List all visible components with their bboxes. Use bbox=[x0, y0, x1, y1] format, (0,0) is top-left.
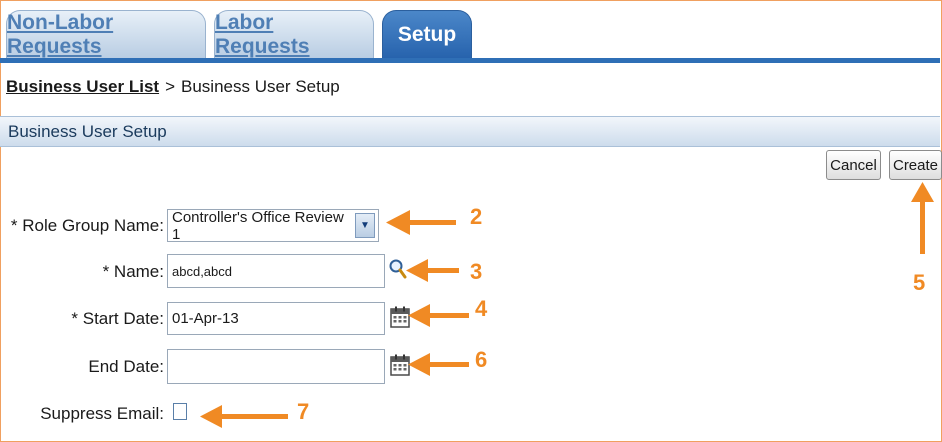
annotation-number-7: 7 bbox=[297, 399, 310, 424]
annotation-arrow-5 bbox=[911, 182, 934, 254]
breadcrumb-link-business-user-list[interactable]: Business User List bbox=[6, 77, 159, 96]
role-group-label: * Role Group Name: bbox=[10, 216, 164, 235]
start-date-value: 01-Apr-13 bbox=[172, 310, 239, 327]
annotation-number-5: 5 bbox=[913, 270, 926, 295]
annotation-number-3: 3 bbox=[470, 259, 483, 284]
annotation-arrow-7 bbox=[200, 405, 288, 428]
name-input-value: abcd,abcd bbox=[172, 263, 232, 279]
annotation-arrows bbox=[386, 210, 469, 376]
suppress-email-checkbox[interactable] bbox=[173, 403, 187, 420]
breadcrumb-current: Business User Setup bbox=[181, 77, 340, 96]
role-group-selected-value: Controller's Office Review 1 bbox=[172, 208, 344, 243]
annotation-number-4: 4 bbox=[475, 296, 488, 321]
tab-labor-requests[interactable]: Labor Requests bbox=[214, 10, 374, 58]
breadcrumb: Business User List > Business User Setup bbox=[6, 77, 340, 97]
role-group-select[interactable]: Controller's Office Review 1 ▼ bbox=[167, 208, 379, 243]
breadcrumb-separator: > bbox=[165, 77, 175, 96]
end-date-input[interactable] bbox=[167, 349, 385, 384]
tab-setup[interactable]: Setup bbox=[382, 10, 472, 58]
section-title: Business User Setup bbox=[8, 121, 167, 141]
annotation-number-6: 6 bbox=[475, 347, 488, 372]
cancel-button[interactable]: Cancel bbox=[826, 150, 881, 180]
annotation-number-2: 2 bbox=[470, 204, 483, 229]
end-date-label: End Date: bbox=[88, 357, 164, 376]
chevron-down-icon[interactable]: ▼ bbox=[355, 213, 375, 238]
create-button[interactable]: Create bbox=[889, 150, 942, 180]
suppress-email-label: Suppress Email: bbox=[40, 404, 164, 423]
section-header: Business User Setup bbox=[0, 116, 940, 147]
start-date-input[interactable]: 01-Apr-13 bbox=[167, 302, 385, 335]
name-input[interactable]: abcd,abcd bbox=[167, 254, 385, 288]
tab-non-labor-requests[interactable]: Non-Labor Requests bbox=[6, 10, 206, 58]
tab-bar: Non-Labor Requests Labor Requests Setup bbox=[0, 8, 940, 63]
name-label: * Name: bbox=[102, 262, 164, 281]
start-date-label: * Start Date: bbox=[71, 309, 164, 328]
